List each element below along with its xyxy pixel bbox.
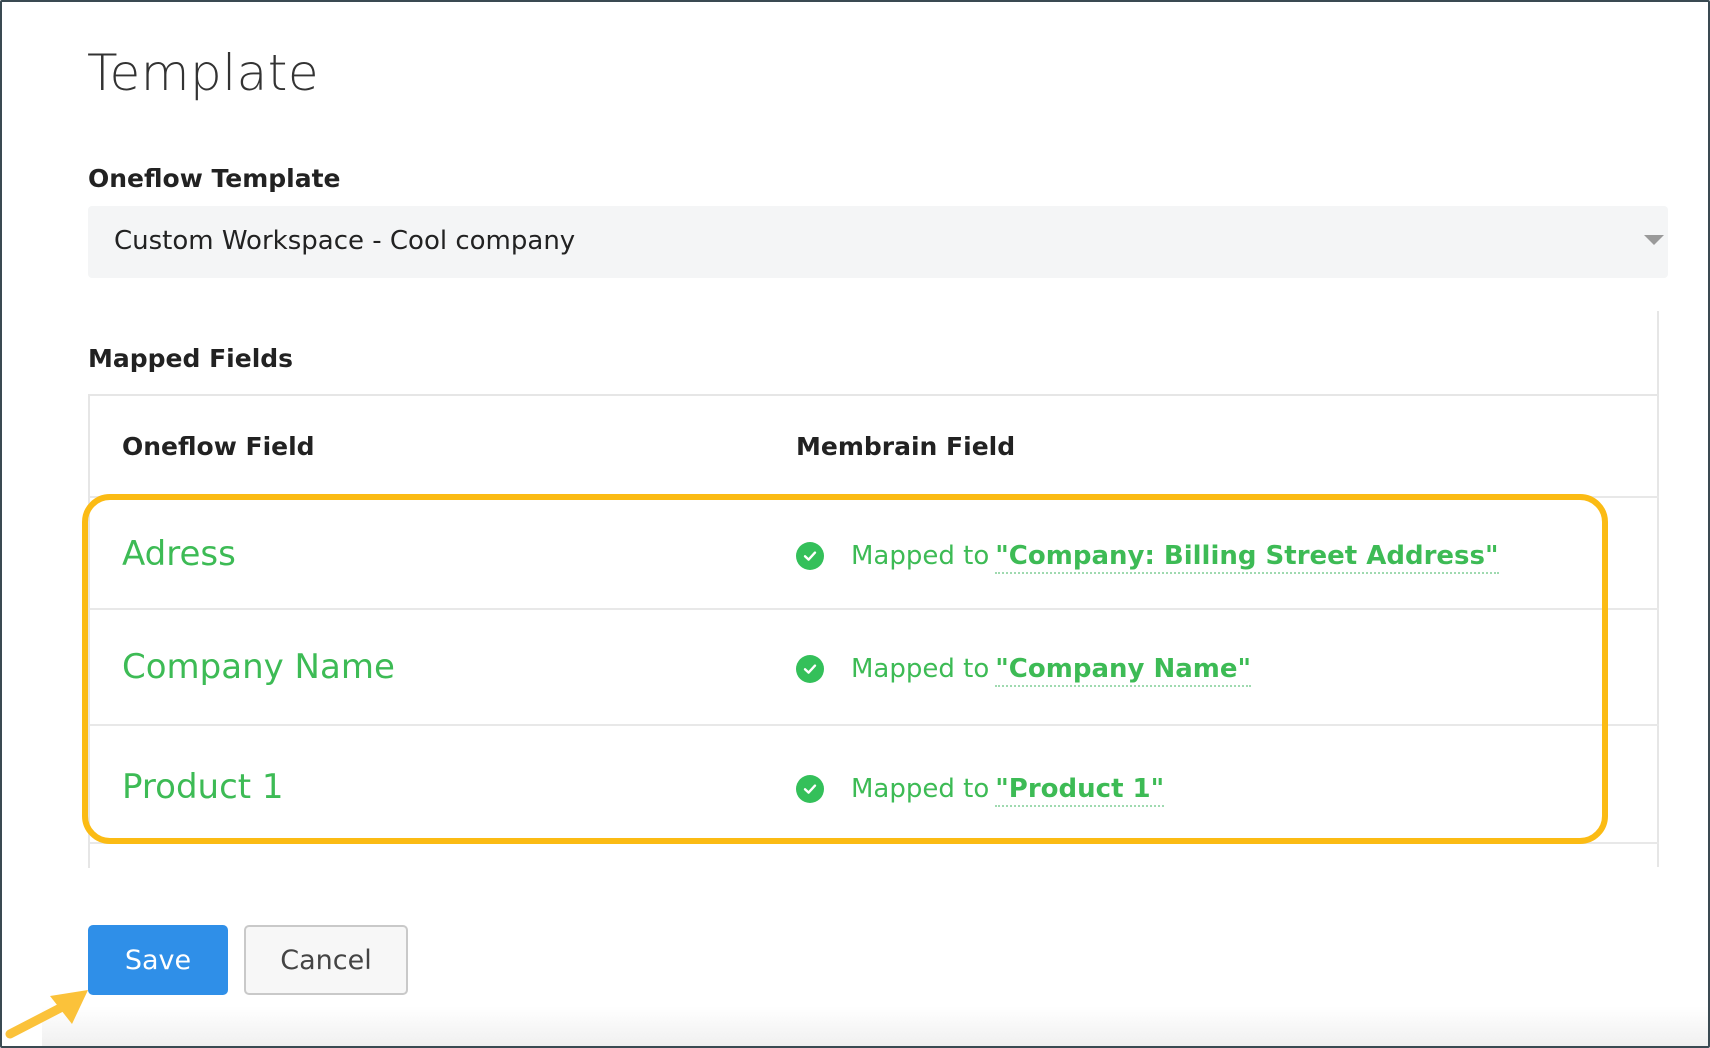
template-select[interactable]: Custom Workspace - Cool company (88, 206, 1668, 278)
mapping-status: Mapped to "Company Name" (796, 649, 1252, 689)
mapping-status: Mapped to "Product 1" (796, 769, 1165, 809)
row-divider (90, 842, 1659, 844)
membrain-field-link[interactable]: "Company: Billing Street Address" (995, 541, 1499, 574)
mapped-fields-table: Oneflow Field Membrain Field Adress Mapp… (88, 394, 1659, 868)
membrain-field-link[interactable]: "Product 1" (995, 774, 1165, 807)
oneflow-field-company-name: Company Name (122, 647, 395, 687)
row-divider (90, 724, 1659, 726)
mapped-to-prefix: Mapped to (851, 541, 990, 571)
check-circle-icon (796, 655, 824, 683)
cancel-button[interactable]: Cancel (244, 925, 408, 995)
page-title: Template (87, 44, 320, 102)
mapping-status-text: Mapped to "Company: Billing Street Addres… (851, 541, 1499, 574)
arrow-icon (5, 990, 88, 1039)
mapped-to-prefix: Mapped to (851, 774, 990, 804)
save-button[interactable]: Save (88, 925, 228, 995)
column-header-membrain-field: Membrain Field (796, 432, 1016, 461)
check-circle-icon (796, 542, 824, 570)
mapping-status: Mapped to "Company: Billing Street Addres… (796, 536, 1499, 576)
bottom-shadow (42, 1006, 1708, 1046)
mapped-fields-label: Mapped Fields (88, 344, 294, 373)
mapped-to-prefix: Mapped to (851, 654, 990, 684)
mapping-status-text: Mapped to "Company Name" (851, 654, 1252, 687)
template-panel: Template Oneflow Template Custom Workspa… (0, 0, 1710, 1048)
oneflow-field-product-1: Product 1 (122, 767, 284, 807)
check-circle-icon (796, 775, 824, 803)
caret-down-icon (1644, 235, 1664, 245)
column-header-oneflow-field: Oneflow Field (122, 432, 315, 461)
row-divider (90, 608, 1659, 610)
oneflow-field-adress: Adress (122, 534, 236, 574)
template-select-value: Custom Workspace - Cool company (114, 226, 576, 256)
row-divider (90, 496, 1659, 498)
membrain-field-link[interactable]: "Company Name" (995, 654, 1252, 687)
template-select-label: Oneflow Template (88, 164, 341, 193)
mapping-status-text: Mapped to "Product 1" (851, 774, 1165, 807)
